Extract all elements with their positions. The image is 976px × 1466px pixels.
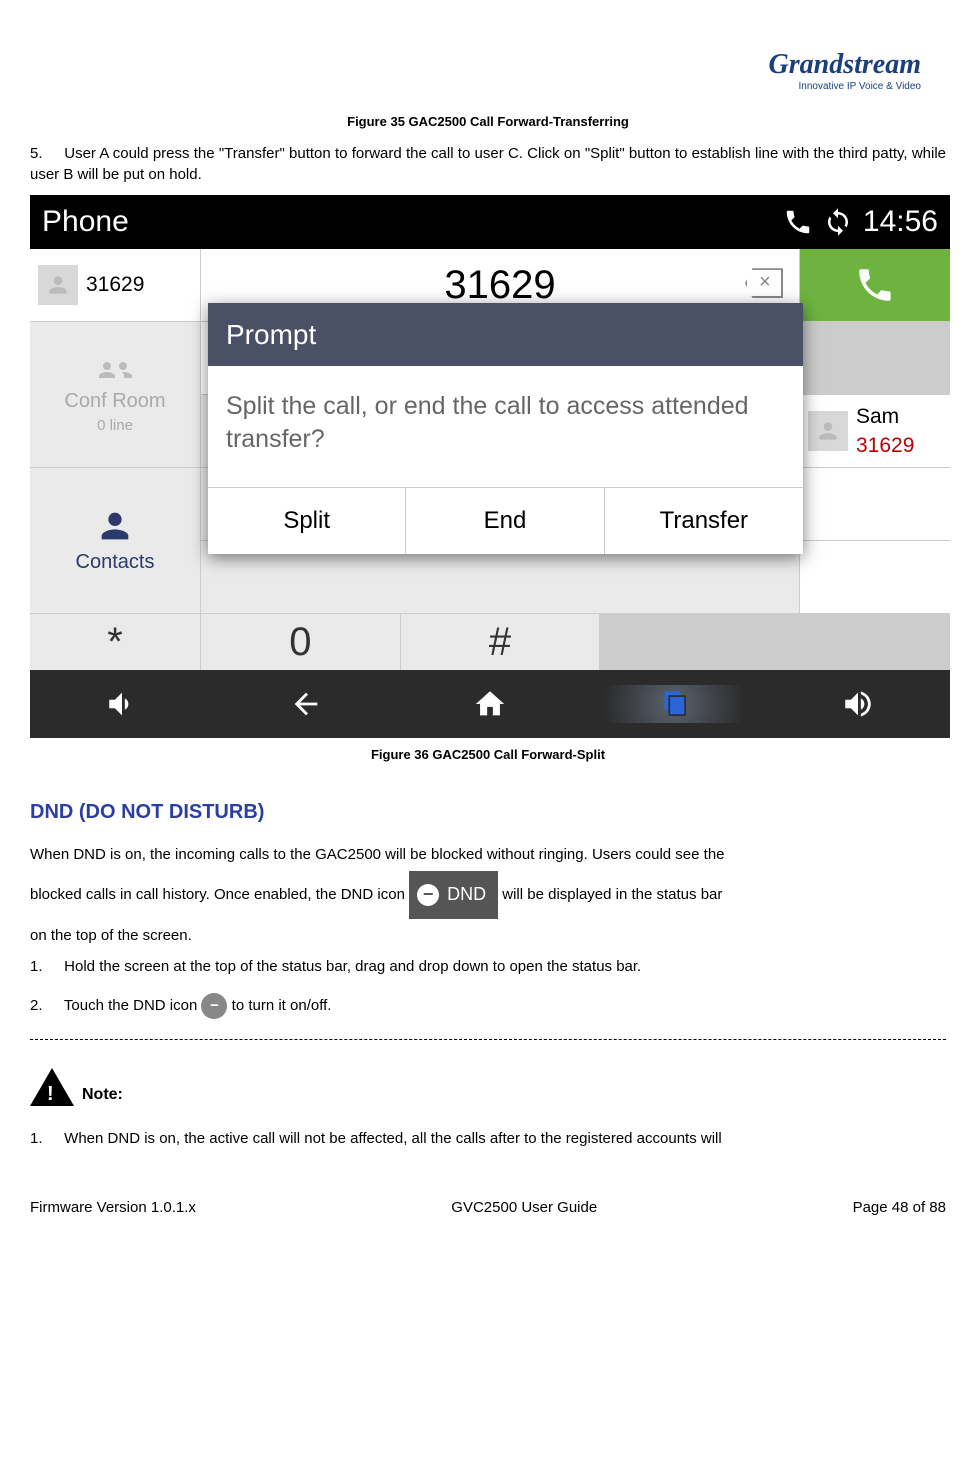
warning-icon <box>30 1068 74 1106</box>
prompt-title: Prompt <box>208 303 803 366</box>
dnd-status-badge: −DND <box>409 871 498 919</box>
prompt-body: Split the call, or end the call to acces… <box>208 366 803 487</box>
screenshot-figure-36: Phone 14:56 31629 31629 3162931629 <box>30 195 946 738</box>
dnd-badge-label: DND <box>447 875 486 915</box>
row2-name: Sam <box>856 402 914 431</box>
row2-sub: 31629 <box>856 431 914 460</box>
step-5: 5. User A could press the "Transfer" but… <box>30 143 946 185</box>
nav-bar <box>30 670 950 738</box>
prompt-dialog: Prompt Split the call, or end the call t… <box>208 303 803 554</box>
transfer-button[interactable]: Transfer <box>605 488 803 554</box>
recent-apps-button[interactable] <box>582 685 766 723</box>
step2-num: 2. <box>30 991 60 1021</box>
back-button[interactable] <box>214 687 398 721</box>
dnd-toggle-icon: − <box>201 993 227 1019</box>
footer-left: Firmware Version 1.0.1.x <box>30 1197 196 1218</box>
refresh-icon <box>823 207 853 237</box>
step2-post: to turn it on/off. <box>232 997 332 1014</box>
end-button[interactable]: End <box>406 488 604 554</box>
separator <box>30 1039 946 1040</box>
key-zero[interactable]: 0 <box>201 614 400 670</box>
note-label: Note: <box>82 1084 123 1106</box>
dnd-text-d: on the top of the screen. <box>30 927 192 944</box>
key-star[interactable]: * <box>30 614 200 670</box>
note-heading: Note: <box>30 1068 946 1106</box>
note1-num: 1. <box>30 1128 60 1149</box>
note-1: 1. When DND is on, the active call will … <box>30 1128 946 1149</box>
conf-sub: 0 line <box>97 415 133 436</box>
dnd-heading: DND (DO NOT DISTURB) <box>30 798 946 826</box>
dnd-paragraph-2: blocked calls in call history. Once enab… <box>30 871 946 919</box>
conf-room-button[interactable]: Conf Room 0 line <box>30 322 200 467</box>
person-icon <box>95 506 135 546</box>
contacts-button[interactable]: Contacts <box>30 468 200 613</box>
step2-pre: Touch the DND icon <box>64 997 202 1014</box>
dnd-paragraph: When DND is on, the incoming calls to th… <box>30 844 946 865</box>
home-button[interactable] <box>398 687 582 721</box>
contact-row-empty-4 <box>800 541 950 613</box>
dnd-text-c: will be displayed in the status bar <box>502 886 722 903</box>
dnd-step-2: 2. Touch the DND icon − to turn it on/of… <box>30 991 946 1021</box>
page-footer: Firmware Version 1.0.1.x GVC2500 User Gu… <box>30 1197 946 1218</box>
conf-label: Conf Room <box>64 387 165 415</box>
brand-logo: Grandstream <box>769 45 921 84</box>
status-time: 14:56 <box>863 201 938 243</box>
app-title: Phone <box>42 201 129 243</box>
note1-text: When DND is on, the active call will not… <box>64 1130 722 1147</box>
dnd-text-a: When DND is on, the incoming calls to th… <box>30 846 725 863</box>
dnd-paragraph-3: on the top of the screen. <box>30 925 946 946</box>
minus-circle-icon: − <box>417 884 439 906</box>
avatar-icon <box>808 411 848 451</box>
volume-up-button[interactable] <box>766 687 950 721</box>
contact-row-2[interactable]: Sam31629 <box>800 395 950 467</box>
avatar-icon <box>38 265 78 305</box>
phone-icon <box>854 264 896 306</box>
contact-row-empty-3 <box>800 468 950 540</box>
call-add-icon <box>783 207 813 237</box>
dial-button[interactable] <box>800 249 950 321</box>
step1-num: 1. <box>30 956 60 977</box>
status-bar: Phone 14:56 <box>30 195 950 249</box>
split-button[interactable]: Split <box>208 488 406 554</box>
contact-row-0[interactable]: 31629 <box>30 249 200 321</box>
group-icon <box>91 353 139 387</box>
key-hash[interactable]: # <box>401 614 600 670</box>
prompt-buttons: Split End Transfer <box>208 487 803 554</box>
volume-down-button[interactable] <box>30 687 214 721</box>
step-text: User A could press the "Transfer" button… <box>30 145 946 183</box>
dnd-step-1: 1. Hold the screen at the top of the sta… <box>30 956 946 977</box>
dnd-text-b: blocked calls in call history. Once enab… <box>30 886 409 903</box>
figure-36-caption: Figure 36 GAC2500 Call Forward-Split <box>30 746 946 764</box>
brand-tagline: Innovative IP Voice & Video <box>799 80 922 94</box>
footer-right: Page 48 of 88 <box>853 1197 946 1218</box>
figure-35-caption: Figure 35 GAC2500 Call Forward-Transferr… <box>30 113 946 131</box>
row0-name: 31629 <box>86 270 144 299</box>
step1-text: Hold the screen at the top of the status… <box>64 958 641 975</box>
page-header: Grandstream Innovative IP Voice & Video <box>30 20 946 105</box>
footer-center: GVC2500 User Guide <box>451 1197 597 1218</box>
step-number: 5. <box>30 143 60 164</box>
contacts-label: Contacts <box>76 548 155 576</box>
